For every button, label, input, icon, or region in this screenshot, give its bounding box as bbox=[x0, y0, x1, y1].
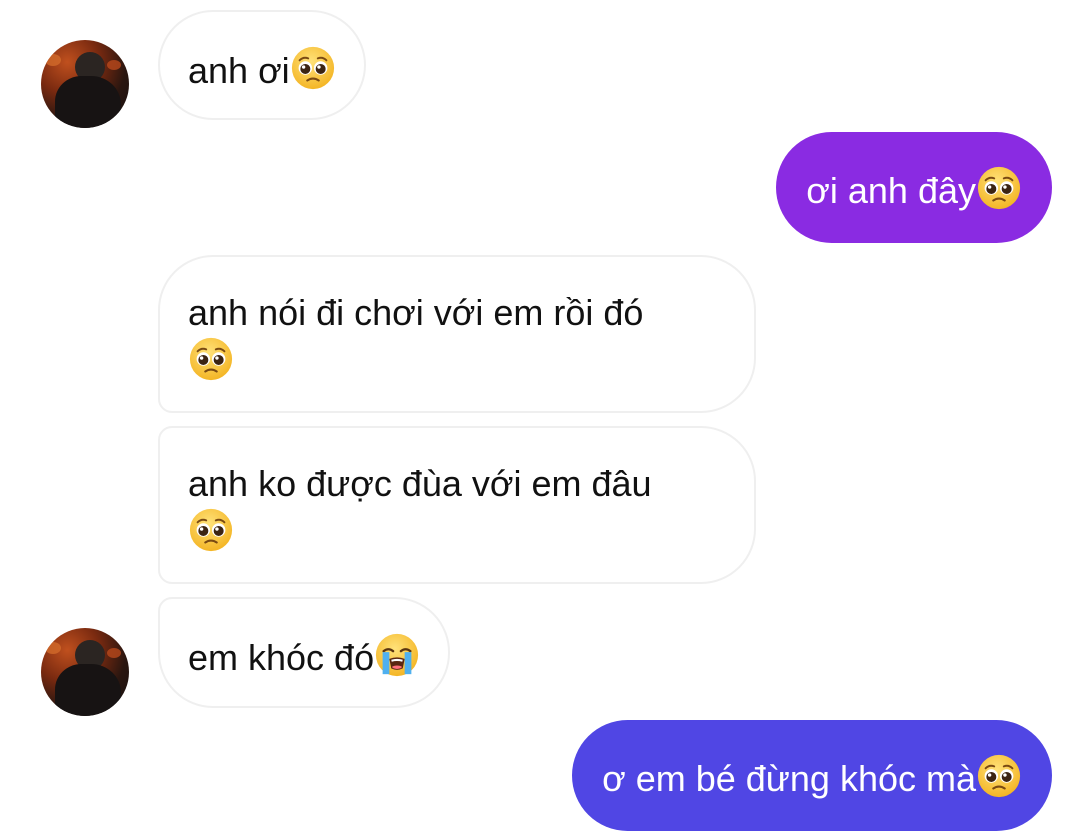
message-bubble-incoming[interactable]: em khóc đó bbox=[158, 597, 451, 708]
message-bubble-outgoing[interactable]: ơ em bé đừng khóc mà bbox=[572, 720, 1052, 831]
avatar-decoration bbox=[107, 648, 121, 658]
message-bubble-incoming[interactable]: anh ko được đùa với em đâu bbox=[158, 426, 756, 584]
avatar-decoration bbox=[45, 54, 61, 66]
avatar-decoration bbox=[107, 60, 121, 70]
message-bubble-incoming[interactable]: anh nói đi chơi với em rồi đó bbox=[158, 255, 756, 413]
message-text: anh nói đi chơi với em rồi đó bbox=[188, 292, 644, 333]
message-text: anh ơi bbox=[188, 50, 290, 91]
avatar-body bbox=[55, 664, 121, 716]
loudly-crying-face-emoji-icon bbox=[374, 632, 420, 678]
message-text: ơ em bé đừng khóc mà bbox=[602, 758, 976, 799]
pleading-face-emoji-icon bbox=[188, 507, 234, 553]
avatar-decoration bbox=[45, 642, 61, 654]
pleading-face-emoji-icon bbox=[188, 336, 234, 382]
contact-avatar[interactable] bbox=[41, 628, 129, 716]
message-bubble-outgoing[interactable]: ơi anh đây bbox=[776, 132, 1052, 243]
pleading-face-emoji-icon bbox=[976, 753, 1022, 799]
message-text: anh ko được đùa với em đâu bbox=[188, 463, 652, 504]
message-text: em khóc đó bbox=[188, 637, 375, 678]
message-text: ơi anh đây bbox=[806, 170, 976, 211]
pleading-face-emoji-icon bbox=[290, 45, 336, 91]
message-bubble-incoming[interactable]: anh ơi bbox=[158, 10, 366, 120]
avatar-body bbox=[55, 76, 121, 128]
contact-avatar[interactable] bbox=[41, 40, 129, 128]
pleading-face-emoji-icon bbox=[976, 165, 1022, 211]
